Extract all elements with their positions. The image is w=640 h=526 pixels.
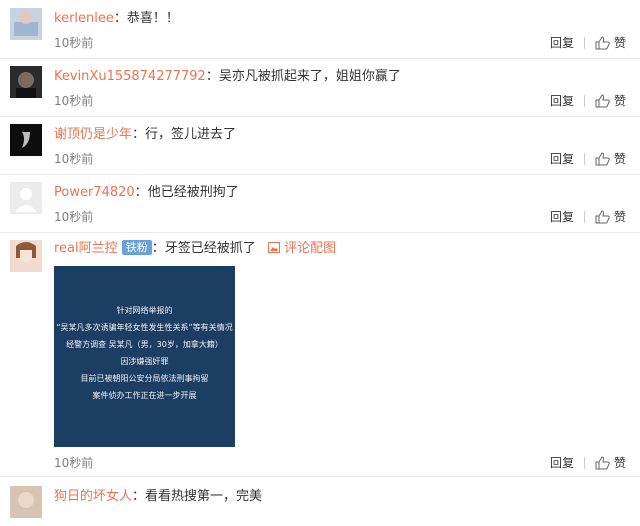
reply-button[interactable]: 回复	[550, 454, 574, 471]
like-label: 赞	[613, 456, 626, 470]
avatar[interactable]	[10, 486, 42, 518]
separator: ：	[113, 11, 127, 26]
divider	[583, 210, 585, 223]
image-text-line: 案件侦办工作正在进一步开展	[92, 391, 197, 400]
comment-image[interactable]: 针对网络举报的 “吴某凡多次诱骗年轻女性发生性关系”等有关情况 经警方调查 吴某…	[54, 266, 235, 447]
like-button[interactable]: 赞	[595, 34, 626, 51]
separator: ：	[132, 127, 146, 142]
separator: ：	[151, 241, 165, 256]
separator: ：	[134, 185, 148, 200]
image-text-line: 经警方调查 吴某凡（男，30岁，加拿大籍）	[66, 340, 223, 349]
comment-text: 牙签已经被抓了	[164, 241, 256, 256]
image-text-line: 因涉嫌强奸罪	[120, 357, 169, 366]
comment-text: 行，签儿进去了	[145, 127, 237, 142]
like-label: 赞	[613, 94, 626, 108]
divider	[583, 36, 585, 49]
divider	[583, 456, 585, 469]
reply-button[interactable]: 回复	[550, 92, 574, 109]
divider	[583, 94, 585, 107]
timestamp: 10秒前	[54, 456, 94, 470]
avatar[interactable]	[10, 240, 42, 272]
comment-item: 狗日的坏女人：看看热搜第一，完美	[0, 486, 640, 526]
avatar[interactable]	[10, 66, 42, 98]
separator: ：	[205, 69, 219, 84]
comment-image-link[interactable]: 评论配图	[267, 241, 337, 256]
reply-button[interactable]: 回复	[550, 34, 574, 51]
commenter-name[interactable]: 谢顶仍是少年	[54, 127, 132, 142]
commenter-name[interactable]: real阿兰控	[54, 241, 118, 256]
commenter-name[interactable]: KevinXu155874277792	[54, 69, 206, 84]
commenter-name[interactable]: Power74820	[54, 185, 135, 200]
like-button[interactable]: 赞	[595, 92, 626, 109]
timestamp: 10秒前	[54, 210, 94, 224]
thumbs-up-icon	[595, 455, 610, 469]
image-text-line: 针对网络举报的	[116, 306, 173, 315]
image-text-line: 目前已被朝阳公安分局依法刑事拘留	[80, 374, 209, 383]
comment-item: kerlenlee：恭喜！！ 10秒前 回复 赞	[0, 8, 640, 59]
comment-item: KevinXu155874277792：吴亦凡被抓起来了，姐姐你赢了 10秒前 …	[0, 66, 640, 117]
image-icon	[267, 242, 280, 253]
like-button[interactable]: 赞	[595, 150, 626, 167]
reply-button[interactable]: 回复	[550, 150, 574, 167]
divider	[583, 152, 585, 165]
thumbs-up-icon	[595, 93, 610, 107]
comment-text: 恭喜！！	[126, 11, 179, 26]
thumbs-up-icon	[595, 151, 610, 165]
like-label: 赞	[613, 210, 626, 224]
like-button[interactable]: 赞	[595, 208, 626, 225]
thumbs-up-icon	[595, 209, 610, 223]
comment-text: 吴亦凡被抓起来了，姐姐你赢了	[218, 69, 401, 84]
comment-text: 他已经被刑拘了	[147, 185, 239, 200]
like-label: 赞	[613, 36, 626, 50]
image-link-label: 评论配图	[284, 241, 337, 256]
thumbs-up-icon	[595, 35, 610, 49]
comment-item: real阿兰控 铁粉 ：牙签已经被抓了 评论配图 针对网络举报的 “吴某凡多次诱骗…	[0, 240, 640, 477]
timestamp: 10秒前	[54, 152, 94, 166]
like-label: 赞	[613, 152, 626, 166]
comment-item: 谢顶仍是少年：行，签儿进去了 10秒前 回复 赞	[0, 124, 640, 175]
commenter-name[interactable]: kerlenlee	[54, 11, 114, 26]
like-button[interactable]: 赞	[595, 454, 626, 471]
fan-badge[interactable]: 铁粉	[121, 240, 152, 255]
avatar[interactable]	[10, 182, 42, 214]
reply-button[interactable]: 回复	[550, 208, 574, 225]
timestamp: 10秒前	[54, 36, 94, 50]
avatar[interactable]	[10, 124, 42, 156]
timestamp: 10秒前	[54, 94, 94, 108]
image-text-line: “吴某凡多次诱骗年轻女性发生性关系”等有关情况	[56, 323, 233, 332]
avatar[interactable]	[10, 8, 42, 40]
comment-item: Power74820：他已经被刑拘了 10秒前 回复 赞	[0, 182, 640, 233]
